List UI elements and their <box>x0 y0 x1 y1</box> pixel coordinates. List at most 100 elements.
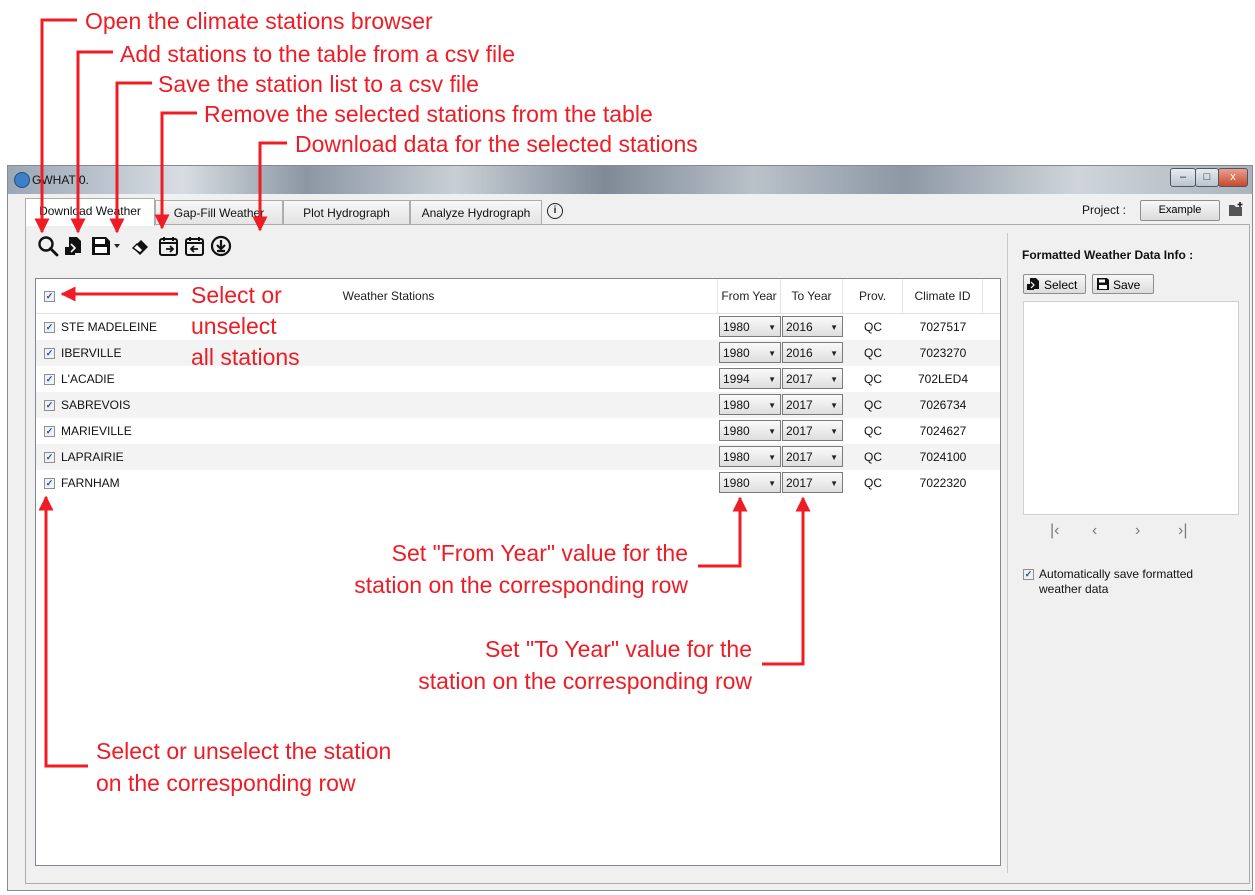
tab-download-weather[interactable]: Download Weather <box>25 198 155 226</box>
nav-next-button[interactable]: › <box>1135 522 1140 540</box>
search-icon[interactable] <box>37 235 59 257</box>
save-icon[interactable] <box>90 235 112 257</box>
column-header-prov[interactable]: Prov. <box>843 279 903 313</box>
annotation-save-csv: Save the station list to a csv file <box>158 71 479 97</box>
title-bar: GWHAT 0. – □ x <box>8 166 1252 194</box>
tab-analyze-hydrograph[interactable]: Analyze Hydrograph <box>410 200 542 225</box>
project-button[interactable]: Example <box>1140 200 1220 221</box>
table-row[interactable]: ✓ FARNHAM 1980 ▼ 2017 ▼ QC 7022320 <box>36 470 1000 496</box>
window-title: GWHAT 0. <box>32 173 89 187</box>
calendar-from-icon[interactable] <box>158 235 180 257</box>
annotation-line: Set "From Year" value for the <box>391 540 688 566</box>
chevron-down-icon[interactable] <box>114 243 120 249</box>
to-year-select[interactable]: 2017 ▼ <box>782 472 843 493</box>
save-button-label: Save <box>1113 278 1141 292</box>
station-name: STE MADELEINE <box>61 320 158 334</box>
select-all-checkbox[interactable]: ✓ <box>44 291 55 302</box>
to-year-select[interactable]: 2017 ▼ <box>782 420 843 441</box>
annotation-line: all stations <box>191 344 300 370</box>
annotation-to-year: Set "To Year" value for the station on t… <box>352 633 752 697</box>
auto-save-label: Automatically save formatted weather dat… <box>1039 567 1194 596</box>
province: QC <box>864 320 882 334</box>
climate-id: 7026734 <box>919 398 967 412</box>
from-year-value: 1980 <box>723 398 750 412</box>
from-year-select[interactable]: 1980 ▼ <box>719 420 781 441</box>
annotation-open-browser: Open the climate stations browser <box>85 8 433 34</box>
minimize-button[interactable]: – <box>1170 168 1196 187</box>
save-button[interactable]: Save <box>1092 274 1154 294</box>
tab-gap-fill-weather[interactable]: Gap-Fill Weather <box>155 200 283 225</box>
new-project-folder-icon[interactable] <box>1228 202 1244 217</box>
from-year-select[interactable]: 1980 ▼ <box>719 472 781 493</box>
climate-id: 7023270 <box>919 346 967 360</box>
formatted-data-title: Formatted Weather Data Info : <box>1022 248 1194 262</box>
row-checkbox[interactable]: ✓ <box>44 426 55 437</box>
from-year-select[interactable]: 1994 ▼ <box>719 368 781 389</box>
chevron-down-icon: ▼ <box>830 323 838 332</box>
chevron-down-icon: ▼ <box>768 453 776 462</box>
annotation-line: on the corresponding row <box>96 770 356 796</box>
column-header-climate-id[interactable]: Climate ID <box>903 279 983 313</box>
from-year-select[interactable]: 1980 ▼ <box>719 394 781 415</box>
to-year-select[interactable]: 2016 ▼ <box>782 342 843 363</box>
station-name: FARNHAM <box>61 476 120 490</box>
column-header-to-year[interactable]: To Year <box>781 279 843 313</box>
to-year-select[interactable]: 2017 ▼ <box>782 446 843 467</box>
maximize-button[interactable]: □ <box>1195 168 1219 187</box>
province: QC <box>864 476 882 490</box>
table-row[interactable]: ✓ IBERVILLE 1980 ▼ 2016 ▼ QC 7023270 <box>36 340 1000 366</box>
from-year-select[interactable]: 1980 ▼ <box>719 316 781 337</box>
climate-id: 7024100 <box>919 450 967 464</box>
station-name: LAPRAIRIE <box>61 450 124 464</box>
nav-first-button[interactable]: |‹ <box>1050 522 1059 540</box>
calendar-to-icon[interactable] <box>184 235 206 257</box>
select-button-label: Select <box>1044 278 1078 292</box>
row-checkbox[interactable]: ✓ <box>44 322 55 333</box>
column-header-station[interactable]: Weather Stations <box>60 279 718 313</box>
tab-plot-hydrograph[interactable]: Plot Hydrograph <box>283 200 410 225</box>
table-row[interactable]: ✓ L'ACADIE 1994 ▼ 2017 ▼ QC 702LED4 <box>36 366 1000 392</box>
station-name: L'ACADIE <box>61 372 115 386</box>
nav-last-button[interactable]: ›| <box>1178 522 1187 540</box>
from-year-value: 1980 <box>723 320 750 334</box>
row-checkbox[interactable]: ✓ <box>44 348 55 359</box>
import-csv-icon[interactable] <box>64 235 86 257</box>
row-checkbox[interactable]: ✓ <box>44 374 55 385</box>
save-icon <box>1097 278 1109 290</box>
row-checkbox[interactable]: ✓ <box>44 452 55 463</box>
info-icon[interactable]: i <box>547 203 563 219</box>
annotation-from-year: Set "From Year" value for the station on… <box>286 537 688 601</box>
annotation-download: Download data for the selected stations <box>295 131 698 157</box>
chevron-down-icon: ▼ <box>768 349 776 358</box>
to-year-select[interactable]: 2017 ▼ <box>782 368 843 389</box>
table-row[interactable]: ✓ MARIEVILLE 1980 ▼ 2017 ▼ QC 7024627 <box>36 418 1000 444</box>
app-logo-icon <box>14 172 30 188</box>
climate-id: 7024627 <box>919 424 967 438</box>
station-name: SABREVOIS <box>61 398 131 412</box>
chevron-down-icon: ▼ <box>768 323 776 332</box>
to-year-value: 2016 <box>786 320 813 334</box>
to-year-select[interactable]: 2017 ▼ <box>782 394 843 415</box>
station-name: IBERVILLE <box>61 346 122 360</box>
chevron-down-icon: ▼ <box>768 479 776 488</box>
download-icon[interactable] <box>210 235 232 257</box>
table-row[interactable]: ✓ LAPRAIRIE 1980 ▼ 2017 ▼ QC 7024100 <box>36 444 1000 470</box>
annotation-select-all: Select or unselect all stations <box>191 280 300 373</box>
row-checkbox[interactable]: ✓ <box>44 478 55 489</box>
to-year-select[interactable]: 2016 ▼ <box>782 316 843 337</box>
table-header: ✓ Weather Stations From Year To Year Pro… <box>36 279 1000 314</box>
table-row[interactable]: ✓ STE MADELEINE 1980 ▼ 2016 ▼ QC 7027517 <box>36 314 1000 340</box>
column-header-from-year[interactable]: From Year <box>718 279 781 313</box>
eraser-icon[interactable] <box>130 235 152 257</box>
climate-id: 702LED4 <box>917 372 969 386</box>
row-checkbox[interactable]: ✓ <box>44 400 55 411</box>
select-button[interactable]: Select <box>1023 274 1086 294</box>
close-button[interactable]: x <box>1218 168 1248 187</box>
nav-previous-button[interactable]: ‹ <box>1092 522 1097 540</box>
auto-save-checkbox[interactable]: ✓ <box>1023 569 1034 580</box>
from-year-select[interactable]: 1980 ▼ <box>719 342 781 363</box>
annotation-row-select: Select or unselect the station on the co… <box>96 735 391 799</box>
table-row[interactable]: ✓ SABREVOIS 1980 ▼ 2017 ▼ QC 7026734 <box>36 392 1000 418</box>
from-year-select[interactable]: 1980 ▼ <box>719 446 781 467</box>
chevron-down-icon: ▼ <box>830 375 838 384</box>
